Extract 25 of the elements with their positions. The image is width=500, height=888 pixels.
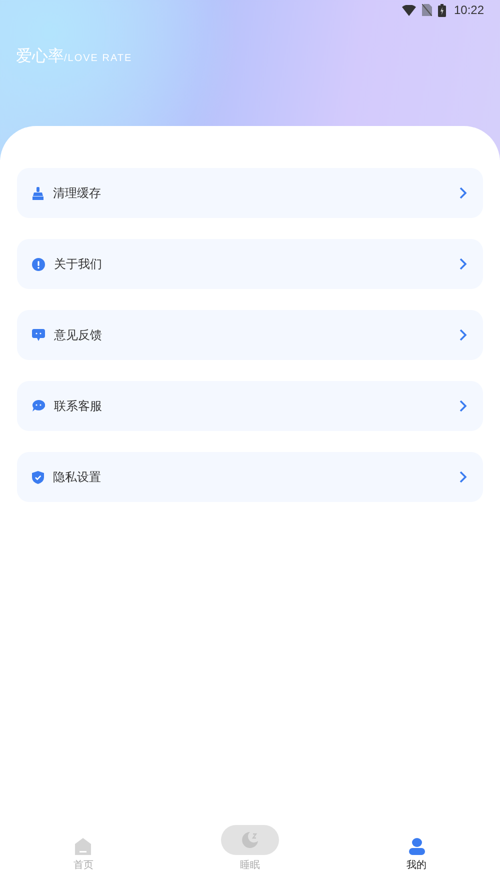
wifi-icon — [402, 4, 416, 16]
app-title: 爱心率 — [16, 46, 64, 67]
chevron-right-icon — [459, 258, 467, 270]
app-subtitle: /LOVE RATE — [64, 53, 132, 64]
menu-item[interactable]: 联系客服 — [17, 381, 483, 431]
nav-tab[interactable]: 我的 — [376, 838, 457, 872]
chevron-right-icon — [459, 187, 467, 199]
menu-item[interactable]: 隐私设置 — [17, 452, 483, 502]
moon-icon — [240, 831, 259, 849]
chevron-right-icon — [459, 329, 467, 341]
menu-item[interactable]: 清理缓存 — [17, 168, 483, 218]
no-sim-icon — [422, 4, 432, 16]
menu-item[interactable]: 意见反馈 — [17, 310, 483, 360]
battery-icon — [438, 4, 446, 16]
menu-item[interactable]: 关于我们 — [17, 239, 483, 289]
broom-icon — [32, 186, 44, 200]
message-icon — [32, 329, 45, 341]
home-icon — [75, 838, 92, 855]
chat-icon — [32, 400, 45, 412]
shield-icon — [32, 470, 44, 484]
status-time: 10:22 — [454, 3, 484, 17]
exclamation-icon — [32, 258, 45, 270]
person-icon — [408, 838, 426, 855]
chevron-right-icon — [459, 471, 467, 483]
chevron-right-icon — [459, 400, 467, 412]
